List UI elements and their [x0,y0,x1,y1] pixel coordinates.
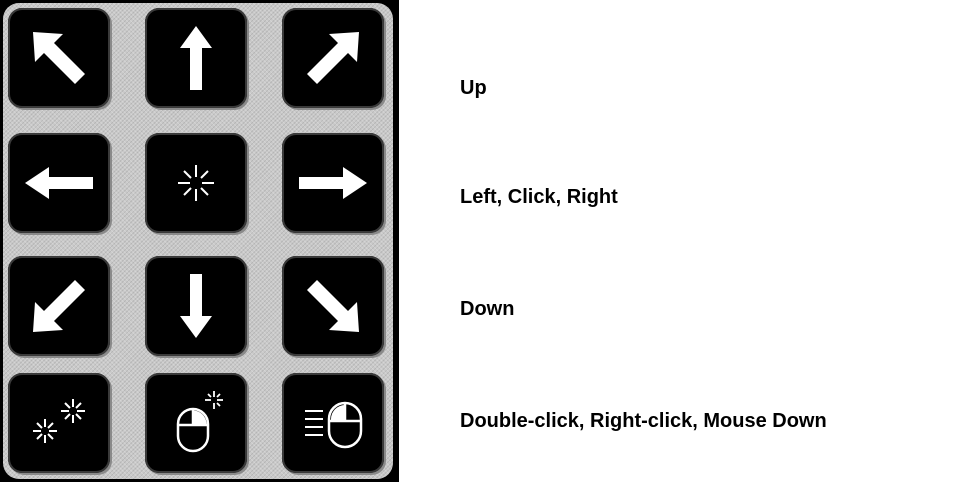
move-up-left-key[interactable] [8,8,110,108]
row-label-up: Up [460,77,487,99]
arrow-down-left-icon [33,280,85,332]
move-right-key[interactable] [282,133,384,233]
arrow-left-icon [25,167,93,199]
mouse-keys-pad [0,0,399,482]
move-down-right-key[interactable] [282,256,384,356]
click-key[interactable] [145,133,247,233]
arrow-down-icon [180,274,212,338]
right-click-key[interactable] [145,373,247,473]
row-label-down: Down [460,298,515,320]
arrow-up-left-icon [33,32,85,84]
mouse-down-key[interactable] [282,373,384,473]
move-left-key[interactable] [8,133,110,233]
move-up-key[interactable] [145,8,247,108]
mouse-right-click-icon [176,391,223,453]
click-sparkle-icon [178,165,214,201]
row-label-left-click-right: Left, Click, Right [460,186,618,208]
move-down-key[interactable] [145,256,247,356]
move-down-left-key[interactable] [8,256,110,356]
mouse-down-motion-icon [305,401,363,449]
move-up-right-key[interactable] [282,8,384,108]
double-click-sparkle-icon [33,399,85,443]
keypad-panel [3,3,393,479]
row-label-double-right-mouse-down: Double-click, Right-click, Mouse Down [460,410,827,432]
arrow-down-right-icon [307,280,359,332]
double-click-key[interactable] [8,373,110,473]
arrow-right-icon [299,167,367,199]
arrow-up-icon [180,26,212,90]
arrow-up-right-icon [307,32,359,84]
